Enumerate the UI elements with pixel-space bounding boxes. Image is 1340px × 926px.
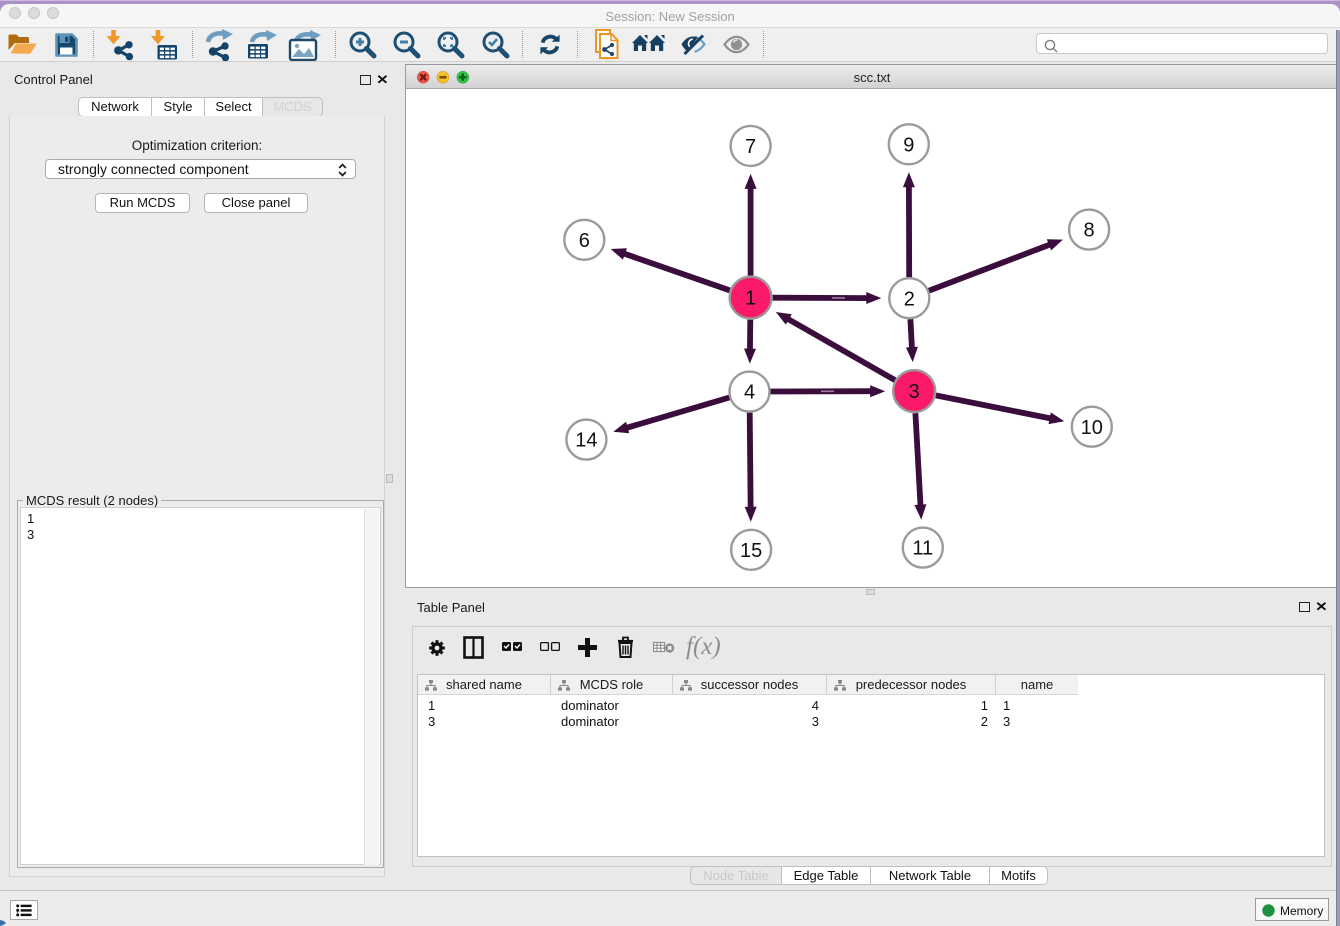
svg-text:9: 9 (903, 134, 914, 156)
svg-text:3: 3 (909, 381, 920, 403)
svg-text:15: 15 (740, 540, 762, 562)
svg-text:6: 6 (579, 230, 590, 252)
svg-text:8: 8 (1084, 220, 1095, 242)
svg-text:10: 10 (1081, 417, 1103, 439)
svg-text:4: 4 (744, 382, 755, 404)
svg-text:7: 7 (745, 136, 756, 158)
svg-text:1: 1 (745, 288, 756, 310)
svg-text:11: 11 (912, 538, 933, 560)
svg-text:14: 14 (575, 430, 597, 452)
svg-text:2: 2 (904, 288, 915, 310)
